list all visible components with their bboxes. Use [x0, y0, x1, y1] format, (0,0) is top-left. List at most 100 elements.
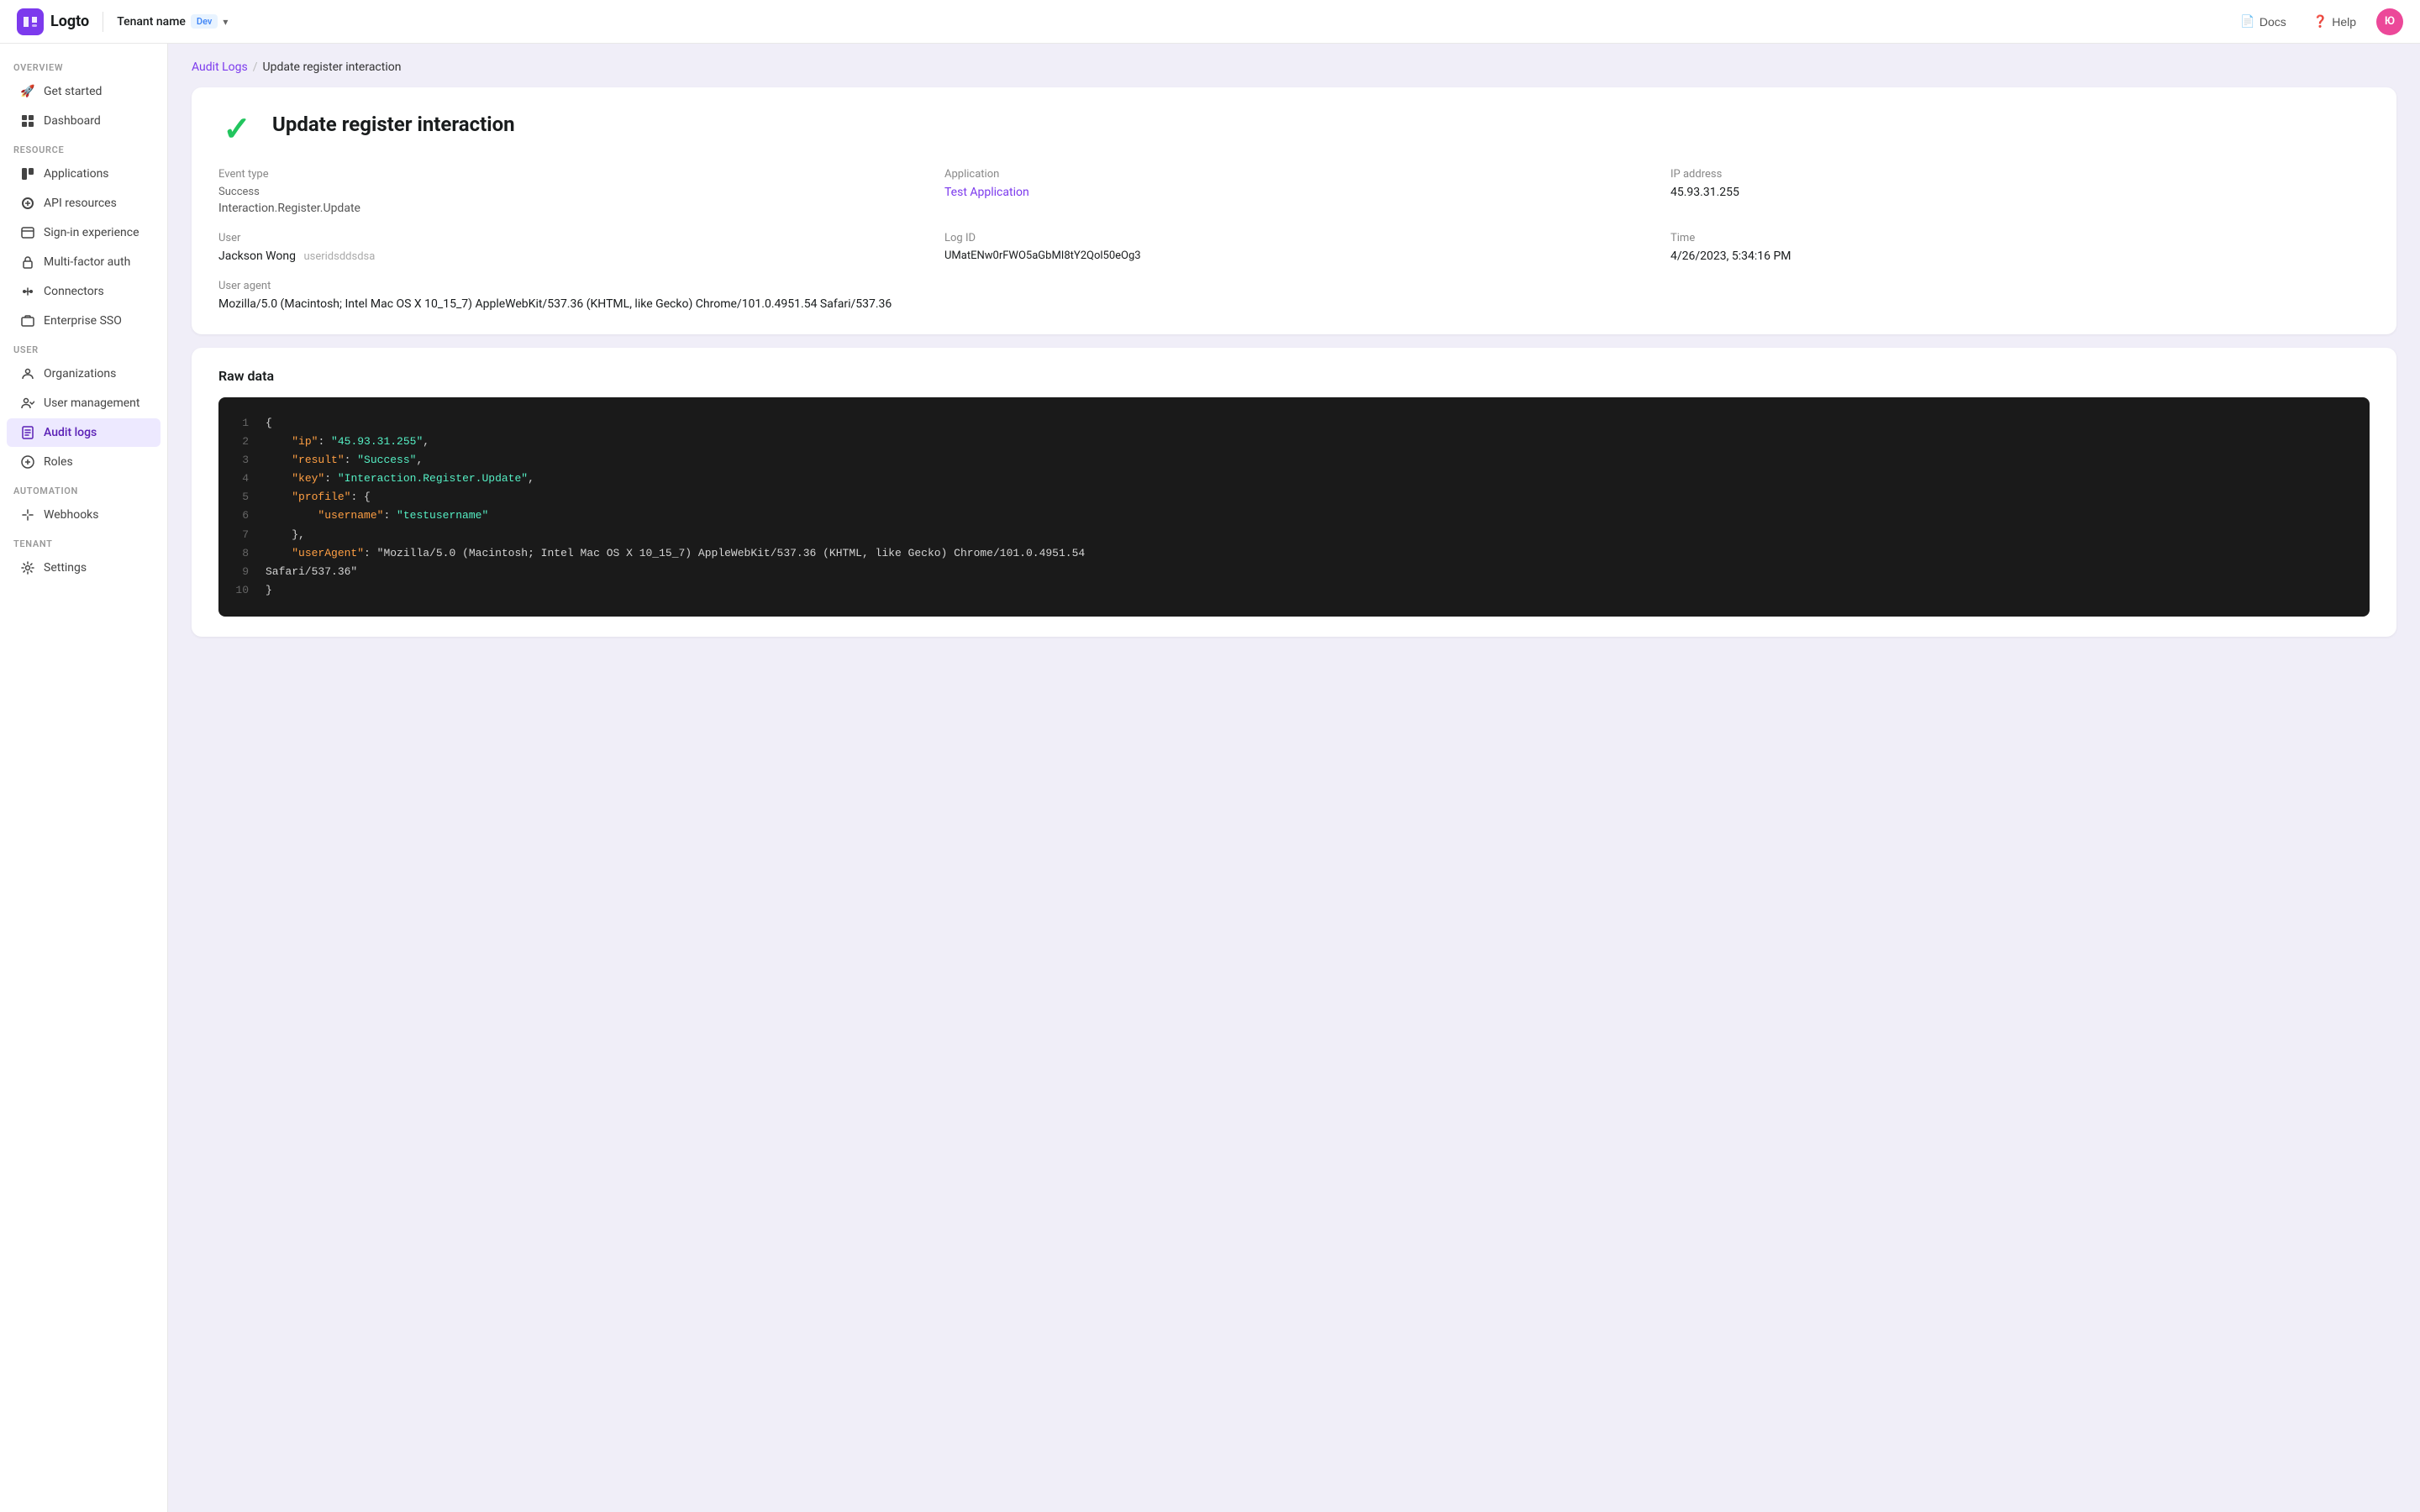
user-name[interactable]: Jackson Wong	[218, 249, 296, 263]
event-type-text: Interaction.Register.Update	[218, 202, 360, 215]
line-content: "result": "Success",	[266, 451, 2353, 470]
sidebar-item-applications[interactable]: Applications	[7, 160, 160, 188]
application-value[interactable]: Test Application	[944, 186, 1644, 199]
line-content: "username": "testusername"	[266, 507, 2353, 525]
settings-icon	[20, 560, 35, 575]
line-number: 2	[235, 433, 249, 451]
line-content: {	[266, 414, 2353, 433]
user-agent-value: Mozilla/5.0 (Macintosh; Intel Mac OS X 1…	[218, 297, 2370, 311]
breadcrumb: Audit Logs / Update register interaction	[192, 60, 2396, 74]
raw-data-card: Raw data 1{2 "ip": "45.93.31.255",3 "res…	[192, 348, 2396, 637]
sidebar-item-audit-logs[interactable]: Audit logs	[7, 418, 160, 447]
details-grid: Event type Success Interaction.Register.…	[218, 168, 2370, 311]
dashboard-icon	[20, 113, 35, 129]
user-label: User	[218, 232, 918, 244]
breadcrumb-current: Update register interaction	[263, 60, 402, 74]
time-item: Time 4/26/2023, 5:34:16 PM	[1670, 232, 2370, 263]
org-icon	[20, 366, 35, 381]
line-number: 3	[235, 451, 249, 470]
event-type-item: Event type Success Interaction.Register.…	[218, 168, 918, 215]
line-content: Safari/537.36"	[266, 563, 2353, 581]
line-number: 5	[235, 488, 249, 507]
chevron-down-icon: ▾	[223, 16, 228, 28]
raw-data-title: Raw data	[218, 368, 2370, 384]
help-button[interactable]: ❓ Help	[2307, 11, 2363, 32]
avatar[interactable]: Ю	[2376, 8, 2403, 35]
breadcrumb-parent[interactable]: Audit Logs	[192, 60, 248, 74]
log-id-item: Log ID UMatENw0rFWO5aGbMI8tY2Qol50eOg3	[944, 232, 1644, 263]
user-item: User Jackson Wong useridsddsdsa	[218, 232, 918, 263]
logo-icon	[17, 8, 44, 35]
tenant-section-label: TENANT	[0, 530, 167, 553]
code-line: 7 },	[235, 526, 2353, 544]
tenant-selector[interactable]: Tenant name Dev ▾	[117, 14, 228, 29]
logo-text: Logto	[50, 13, 89, 30]
applications-icon	[20, 166, 35, 181]
line-content: "profile": {	[266, 488, 2353, 507]
event-type-value: Success Interaction.Register.Update	[218, 186, 918, 215]
sidebar: OVERVIEW 🚀 Get started Dashboard RESOURC…	[0, 44, 168, 1512]
user-value: Jackson Wong useridsddsdsa	[218, 249, 918, 263]
help-icon: ❓	[2313, 14, 2328, 29]
line-content: "userAgent": "Mozilla/5.0 (Macintosh; In…	[266, 544, 2353, 563]
api-icon	[20, 196, 35, 211]
sidebar-item-user-management[interactable]: User management	[7, 389, 160, 417]
detail-card: ✓ Update register interaction Event type…	[192, 87, 2396, 334]
sidebar-item-enterprise-sso[interactable]: Enterprise SSO	[7, 307, 160, 335]
sidebar-item-get-started[interactable]: 🚀 Get started	[7, 77, 160, 106]
code-line: 8 "userAgent": "Mozilla/5.0 (Macintosh; …	[235, 544, 2353, 563]
ip-address-item: IP address 45.93.31.255	[1670, 168, 2370, 215]
sidebar-item-webhooks[interactable]: Webhooks	[7, 501, 160, 529]
sidebar-item-sign-in[interactable]: Sign-in experience	[7, 218, 160, 247]
sidebar-item-dashboard[interactable]: Dashboard	[7, 107, 160, 135]
line-content: }	[266, 581, 2353, 600]
line-number: 6	[235, 507, 249, 525]
success-indicator: ✓	[218, 111, 255, 148]
breadcrumb-separator: /	[253, 60, 258, 74]
line-content: "key": "Interaction.Register.Update",	[266, 470, 2353, 488]
automation-section-label: AUTOMATION	[0, 477, 167, 500]
time-label: Time	[1670, 232, 2370, 244]
main-content: Audit Logs / Update register interaction…	[168, 44, 2420, 1512]
line-content: "ip": "45.93.31.255",	[266, 433, 2353, 451]
line-content: },	[266, 526, 2353, 544]
code-block: 1{2 "ip": "45.93.31.255",3 "result": "Su…	[218, 397, 2370, 617]
overview-section-label: OVERVIEW	[0, 54, 167, 76]
sidebar-item-settings[interactable]: Settings	[7, 554, 160, 582]
sidebar-item-mfa[interactable]: Multi-factor auth	[7, 248, 160, 276]
webhook-icon	[20, 507, 35, 522]
checkmark-icon: ✓	[223, 113, 251, 146]
audit-icon	[20, 425, 35, 440]
sidebar-item-api-resources[interactable]: API resources	[7, 189, 160, 218]
application-label: Application	[944, 168, 1644, 181]
log-id-label: Log ID	[944, 232, 1644, 244]
sign-in-icon	[20, 225, 35, 240]
user-id: useridsddsdsa	[303, 250, 375, 263]
topbar-right: 📄 Docs ❓ Help Ю	[2233, 8, 2403, 35]
roles-icon	[20, 454, 35, 470]
line-number: 4	[235, 470, 249, 488]
connectors-icon	[20, 284, 35, 299]
tenant-badge: Dev	[191, 14, 218, 29]
line-number: 7	[235, 526, 249, 544]
line-number: 10	[235, 581, 249, 600]
line-number: 9	[235, 563, 249, 581]
resource-section-label: RESOURCE	[0, 136, 167, 159]
docs-icon: 📄	[2240, 14, 2254, 29]
logo: Logto	[17, 8, 89, 35]
page-title: Update register interaction	[272, 111, 515, 136]
sidebar-item-connectors[interactable]: Connectors	[7, 277, 160, 306]
tenant-name: Tenant name	[117, 15, 186, 29]
log-id-value: UMatENw0rFWO5aGbMI8tY2Qol50eOg3	[944, 249, 1644, 262]
layout: OVERVIEW 🚀 Get started Dashboard RESOURC…	[0, 44, 2420, 1512]
code-line: 6 "username": "testusername"	[235, 507, 2353, 525]
line-number: 8	[235, 544, 249, 563]
code-line: 9 Safari/537.36"	[235, 563, 2353, 581]
sidebar-item-roles[interactable]: Roles	[7, 448, 160, 476]
sidebar-item-organizations[interactable]: Organizations	[7, 360, 160, 388]
card-header: ✓ Update register interaction	[218, 111, 2370, 148]
code-line: 2 "ip": "45.93.31.255",	[235, 433, 2353, 451]
code-line: 5 "profile": {	[235, 488, 2353, 507]
code-line: 4 "key": "Interaction.Register.Update",	[235, 470, 2353, 488]
docs-button[interactable]: 📄 Docs	[2233, 11, 2292, 32]
